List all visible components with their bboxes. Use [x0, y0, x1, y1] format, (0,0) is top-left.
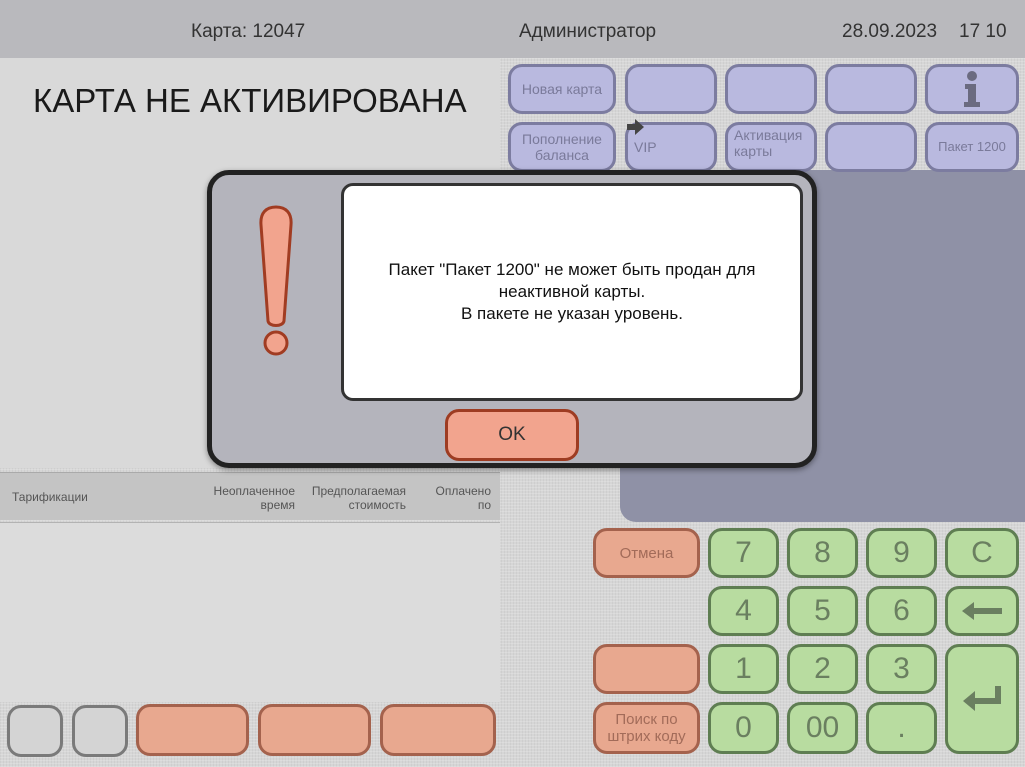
activate-label-2: карты [734, 143, 773, 159]
barcode-search-button[interactable]: Поиск по штрих коду [593, 702, 700, 754]
message-line-2: неактивной карты. [498, 282, 646, 301]
key-0[interactable]: 0 [708, 702, 779, 754]
key-5[interactable]: 5 [787, 586, 858, 636]
key-7[interactable]: 7 [708, 528, 779, 578]
error-message: Пакет "Пакет 1200" не может быть продан … [341, 183, 803, 401]
action-button-2[interactable] [258, 704, 371, 756]
barcode-label-2: штрих коду [607, 728, 686, 745]
empty-button-3[interactable] [825, 64, 917, 114]
user-name: Администратор [519, 21, 657, 42]
enter-arrow-icon [963, 686, 1001, 711]
package-1200-button[interactable]: Пакет 1200 [925, 122, 1019, 172]
empty-button-4[interactable] [825, 122, 917, 172]
barcode-label-1: Поиск по [615, 711, 678, 728]
backspace-arrow-icon [962, 602, 1002, 620]
estimated-cost-column: Предполагаемая стоимость [311, 484, 406, 512]
new-card-button[interactable]: Новая карта [508, 64, 616, 114]
empty-button-1[interactable] [625, 64, 717, 114]
key-8[interactable]: 8 [787, 528, 858, 578]
time: 17 10 [959, 21, 1007, 42]
key-9[interactable]: 9 [866, 528, 937, 578]
unpaid-time-column: Неоплаченное время [213, 484, 295, 512]
vip-label: VIP [634, 139, 657, 155]
tariff-list[interactable] [0, 522, 500, 702]
action-button-3[interactable] [380, 704, 496, 756]
key-3[interactable]: 3 [866, 644, 937, 694]
top-up-balance-button[interactable]: Пополнение баланса [508, 122, 616, 172]
date: 28.09.2023 [842, 21, 938, 42]
cancel-button[interactable]: Отмена [593, 528, 700, 578]
key-2[interactable]: 2 [787, 644, 858, 694]
cancel-label: Отмена [619, 544, 674, 562]
card-number: Карта: 12047 [191, 21, 306, 42]
ok-label: OK [498, 424, 526, 445]
ok-button[interactable]: OK [445, 409, 579, 461]
message-line-1: Пакет "Пакет 1200" не может быть продан … [388, 260, 756, 279]
action-button-1[interactable] [136, 704, 249, 756]
scroll-up-button[interactable] [7, 705, 63, 757]
key-1[interactable]: 1 [708, 644, 779, 694]
info-icon [964, 71, 980, 107]
package-label: Пакет 1200 [938, 139, 1006, 154]
activate-label-1: Активация [734, 127, 803, 143]
key-00[interactable]: 00 [787, 702, 858, 754]
activate-card-button[interactable]: Активация карты [725, 122, 817, 172]
exclamation-icon [259, 205, 293, 356]
key-enter[interactable] [945, 644, 1019, 754]
tariffs-column: Тарификации [12, 490, 88, 504]
card-status: КАРТА НЕ АКТИВИРОВАНА [33, 82, 467, 119]
key-dot[interactable]: . [866, 702, 937, 754]
top-up-label-1: Пополнение [522, 131, 602, 147]
paid-column: Оплачено по [435, 484, 491, 512]
key-clear[interactable]: C [945, 528, 1019, 578]
new-card-label: Новая карта [521, 81, 603, 97]
scroll-down-button[interactable] [72, 705, 128, 757]
empty-button-2[interactable] [725, 64, 817, 114]
top-up-label-2: баланса [535, 147, 589, 163]
message-line-3: В пакете не указан уровень. [461, 304, 683, 323]
key-backspace[interactable] [945, 586, 1019, 636]
empty-orange-button[interactable] [593, 644, 700, 694]
key-6[interactable]: 6 [866, 586, 937, 636]
key-4[interactable]: 4 [708, 586, 779, 636]
vip-arrow-icon [627, 119, 644, 135]
info-button[interactable] [925, 64, 1019, 114]
